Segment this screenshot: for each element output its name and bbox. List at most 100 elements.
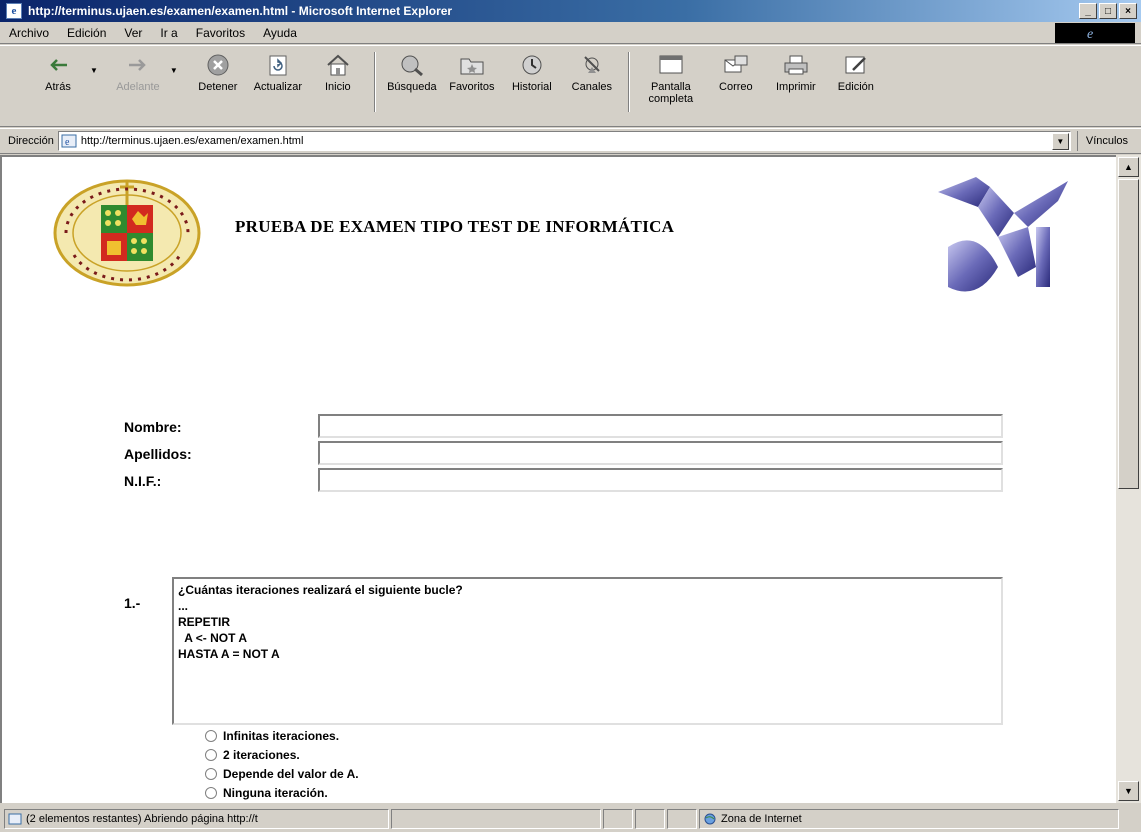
question-code-line: ...: [178, 599, 189, 613]
search-label: Búsqueda: [387, 81, 437, 93]
toolbar-separator: [627, 52, 630, 112]
nif-label: N.I.F.:: [124, 473, 162, 489]
mail-button[interactable]: Correo: [706, 52, 766, 93]
back-arrow-icon: [43, 52, 73, 78]
links-button[interactable]: Vínculos: [1076, 131, 1128, 151]
name-input[interactable]: [318, 414, 1003, 438]
question-text: ¿Cuántas iteraciones realizará el siguie…: [178, 583, 463, 597]
status-bar: (2 elementos restantes) Abriendo página …: [0, 806, 1141, 832]
question-number: 1.-: [124, 595, 141, 611]
close-button[interactable]: ×: [1119, 3, 1137, 19]
edit-page-icon: [841, 52, 871, 78]
answer-option-label: Ninguna iteración.: [223, 786, 328, 800]
svg-text:e: e: [65, 137, 70, 148]
surname-input[interactable]: [318, 441, 1003, 465]
home-label: Inicio: [325, 81, 351, 93]
standard-toolbar: Atrás ▼ Adelante ▼ Detener Actualizar In…: [0, 45, 1141, 127]
page-icon: e: [61, 134, 77, 148]
window-title-bar: e http://terminus.ujaen.es/examen/examen…: [0, 0, 1141, 22]
menu-edicion[interactable]: Edición: [58, 26, 115, 40]
back-dropdown-icon[interactable]: ▼: [90, 66, 98, 75]
refresh-button[interactable]: Actualizar: [248, 52, 308, 93]
favorites-label: Favoritos: [449, 81, 495, 93]
menu-ver[interactable]: Ver: [115, 26, 151, 40]
maximize-button[interactable]: □: [1099, 3, 1117, 19]
home-button[interactable]: Inicio: [308, 52, 368, 93]
toolbar-separator: [373, 52, 376, 112]
zone-label: Zona de Internet: [721, 813, 802, 825]
internet-zone-globe-icon: [704, 813, 716, 825]
radio-button[interactable]: [205, 730, 217, 742]
zone-panel: Zona de Internet: [699, 809, 1119, 829]
page-content: PRUEBA DE EXAMEN TIPO TEST DE INFORMÁTIC…: [0, 155, 1116, 803]
radio-button[interactable]: [205, 787, 217, 799]
radio-button[interactable]: [205, 768, 217, 780]
answer-option[interactable]: Depende del valor de A.: [205, 767, 359, 781]
stop-label: Detener: [198, 81, 238, 93]
address-dropdown-icon[interactable]: ▼: [1051, 132, 1069, 150]
print-button[interactable]: Imprimir: [766, 52, 826, 93]
question-textarea[interactable]: ¿Cuántas iteraciones realizará el siguie…: [172, 577, 1003, 725]
radio-button[interactable]: [205, 749, 217, 761]
status-panel: [667, 809, 697, 829]
forward-arrow-icon: [123, 52, 153, 78]
answer-option[interactable]: Infinitas iteraciones.: [205, 729, 339, 743]
nif-input[interactable]: [318, 468, 1003, 492]
edit-button[interactable]: Edición: [826, 52, 886, 93]
question-code-line: HASTA A = NOT A: [178, 647, 280, 661]
edit-label: Edición: [837, 81, 874, 93]
window-title: http://terminus.ujaen.es/examen/examen.h…: [28, 4, 453, 18]
fullscreen-label: Pantalla completa: [648, 81, 694, 105]
menu-ayuda[interactable]: Ayuda: [254, 26, 306, 40]
scroll-thumb[interactable]: [1118, 179, 1139, 489]
forward-button[interactable]: Adelante: [108, 52, 168, 93]
answer-option-label: 2 iteraciones.: [223, 748, 300, 762]
status-message-panel: (2 elementos restantes) Abriendo página …: [4, 809, 389, 829]
menu-ir-a[interactable]: Ir a: [151, 26, 186, 40]
answer-option-label: Depende del valor de A.: [223, 767, 359, 781]
address-input[interactable]: e http://terminus.ujaen.es/examen/examen…: [57, 131, 1071, 151]
refresh-icon: [263, 52, 293, 78]
channels-button[interactable]: Canales: [562, 52, 622, 93]
page-title: PRUEBA DE EXAMEN TIPO TEST DE INFORMÁTIC…: [235, 217, 675, 236]
scroll-down-icon[interactable]: ▼: [1118, 781, 1139, 801]
progress-panel: [391, 809, 601, 829]
surname-label: Apellidos:: [124, 446, 192, 462]
question-code-line: A <- NOT A: [178, 631, 247, 645]
back-label: Atrás: [45, 81, 71, 93]
mail-icon: [721, 52, 751, 78]
forward-label: Adelante: [116, 81, 160, 93]
channels-satellite-icon: [577, 52, 607, 78]
department-3d-logo: [938, 177, 1068, 292]
answer-option[interactable]: Ninguna iteración.: [205, 786, 328, 800]
menu-favoritos[interactable]: Favoritos: [187, 26, 254, 40]
fullscreen-icon: [656, 52, 686, 78]
menu-archivo[interactable]: Archivo: [0, 26, 58, 40]
fullscreen-button[interactable]: Pantalla completa: [636, 52, 706, 105]
history-icon: [517, 52, 547, 78]
stop-button[interactable]: Detener: [188, 52, 248, 93]
address-label: Dirección: [8, 135, 54, 147]
channels-label: Canales: [571, 81, 613, 93]
ie-icon: e: [6, 3, 22, 19]
address-url: http://terminus.ujaen.es/examen/examen.h…: [80, 135, 304, 147]
history-label: Historial: [511, 81, 552, 93]
minimize-button[interactable]: _: [1079, 3, 1097, 19]
vertical-scrollbar[interactable]: ▲ ▼: [1116, 155, 1141, 803]
status-panel: [603, 809, 633, 829]
search-button[interactable]: Búsqueda: [382, 52, 442, 93]
scroll-up-icon[interactable]: ▲: [1118, 157, 1139, 177]
answer-option[interactable]: 2 iteraciones.: [205, 748, 300, 762]
name-label: Nombre:: [124, 419, 182, 435]
stop-icon: [203, 52, 233, 78]
favorites-folder-icon: [457, 52, 487, 78]
history-button[interactable]: Historial: [502, 52, 562, 93]
back-button[interactable]: Atrás: [28, 52, 88, 93]
print-label: Imprimir: [775, 81, 816, 93]
forward-dropdown-icon[interactable]: ▼: [170, 66, 178, 75]
university-seal-logo: [53, 179, 201, 287]
menu-bar: Archivo Edición Ver Ir a Favoritos Ayuda…: [0, 22, 1141, 44]
question-code-line: REPETIR: [178, 615, 231, 629]
home-icon: [323, 52, 353, 78]
favorites-button[interactable]: Favoritos: [442, 52, 502, 93]
